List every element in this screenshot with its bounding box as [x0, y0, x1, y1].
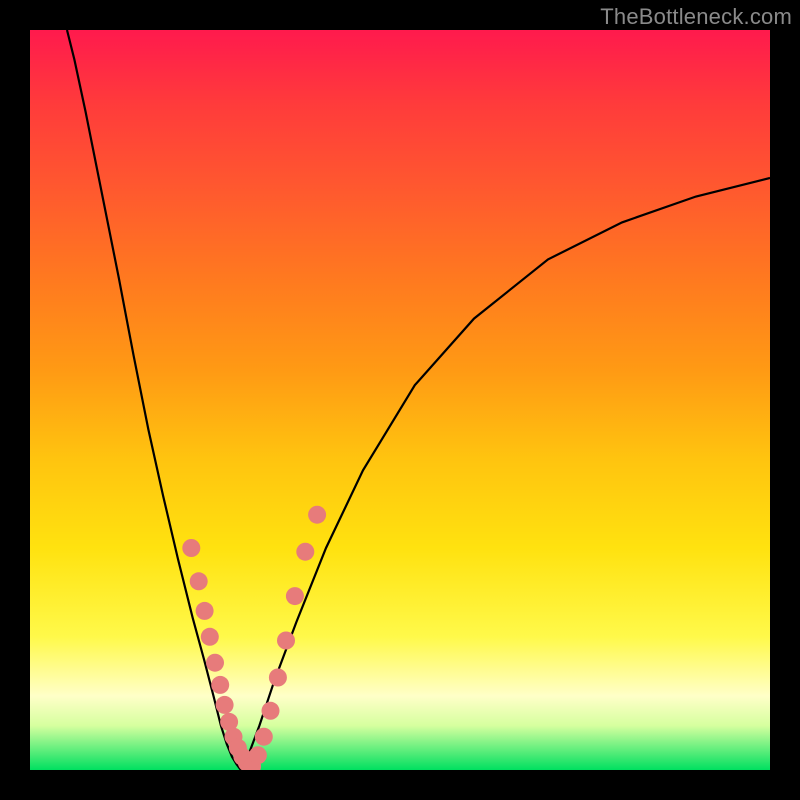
- data-dot: [262, 702, 280, 720]
- data-dot: [296, 543, 314, 561]
- scatter-dots-left: [182, 539, 261, 770]
- data-dot: [308, 506, 326, 524]
- data-dot: [233, 748, 251, 766]
- data-dot: [277, 632, 295, 650]
- watermark-label: TheBottleneck.com: [600, 4, 792, 30]
- data-dot: [255, 728, 273, 746]
- data-dot: [190, 572, 208, 590]
- data-dot: [249, 746, 267, 764]
- data-dot: [238, 754, 256, 770]
- data-dot: [216, 696, 234, 714]
- data-dot: [206, 654, 224, 672]
- curve-left-branch: [67, 30, 241, 770]
- data-dot: [269, 669, 287, 687]
- data-dot: [201, 628, 219, 646]
- data-dot: [243, 757, 261, 770]
- scatter-dots-right: [243, 506, 326, 770]
- curve-right-branch: [241, 178, 770, 770]
- data-dot: [243, 757, 261, 770]
- data-dot: [182, 539, 200, 557]
- plot-area: [30, 30, 770, 770]
- chart-svg: [30, 30, 770, 770]
- data-dot: [220, 713, 238, 731]
- data-dot: [211, 676, 229, 694]
- data-dot: [229, 739, 247, 757]
- data-dot: [286, 587, 304, 605]
- chart-frame: TheBottleneck.com: [0, 0, 800, 800]
- data-dot: [196, 602, 214, 620]
- data-dot: [225, 728, 243, 746]
